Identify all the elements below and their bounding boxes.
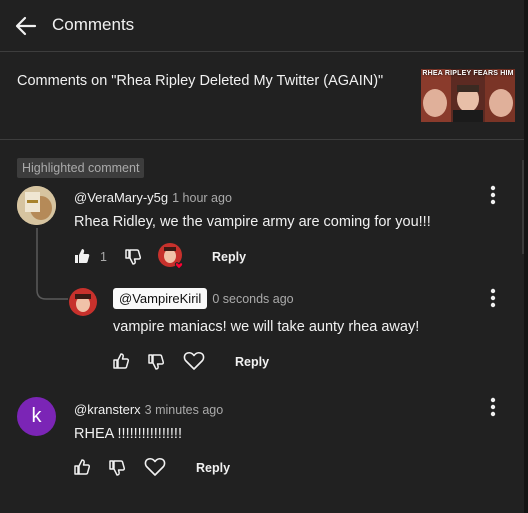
- more-options-icon[interactable]: [483, 396, 503, 420]
- comment-author[interactable]: @kransterx: [74, 402, 141, 417]
- creator-heart-icon: [158, 243, 184, 270]
- comment-header: @kransterx 3 minutes ago: [74, 401, 223, 419]
- avatar-letter: k: [31, 405, 42, 427]
- like-icon[interactable]: [112, 352, 130, 375]
- video-info-row: Comments on "Rhea Ripley Deleted My Twit…: [0, 52, 524, 140]
- header-bar: Comments: [0, 0, 524, 52]
- video-title: Comments on "Rhea Ripley Deleted My Twit…: [17, 73, 384, 89]
- like-filled-icon[interactable]: [73, 247, 91, 270]
- avatar[interactable]: [17, 186, 56, 225]
- thumbnail-text: RHEA RIPLEY FEARS HIM: [422, 70, 514, 77]
- reply-button[interactable]: Reply: [196, 461, 230, 475]
- comment-text: RHEA !!!!!!!!!!!!!!!!: [74, 426, 182, 442]
- dislike-icon[interactable]: [124, 248, 142, 271]
- comment-time[interactable]: 0 seconds ago: [212, 292, 293, 306]
- like-icon[interactable]: [73, 458, 91, 481]
- comment-text: vampire maniacs! we will take aunty rhea…: [113, 319, 420, 335]
- comment-header: @VampireKiril 0 seconds ago: [113, 288, 294, 309]
- back-arrow-icon[interactable]: [12, 12, 40, 40]
- window-edge: [524, 0, 528, 513]
- thread-connector-line: [36, 228, 68, 300]
- comment-time[interactable]: 3 minutes ago: [145, 403, 224, 417]
- header-title: Comments: [52, 15, 135, 34]
- comment-header: @VeraMary-y5g 1 hour ago: [74, 189, 232, 207]
- highlighted-comment-badge: Highlighted comment: [17, 158, 145, 178]
- avatar[interactable]: [69, 288, 97, 316]
- heart-icon[interactable]: [144, 457, 166, 482]
- like-count: 1: [100, 250, 107, 264]
- video-thumbnail[interactable]: RHEA RIPLEY FEARS HIM: [421, 69, 515, 122]
- dislike-icon[interactable]: [147, 353, 165, 376]
- comment-author[interactable]: @VeraMary-y5g: [74, 190, 168, 205]
- comment-author-badge[interactable]: @VampireKiril: [113, 288, 208, 309]
- comment-text: Rhea Ridley, we the vampire army are com…: [74, 214, 431, 230]
- heart-icon[interactable]: [183, 351, 205, 376]
- avatar[interactable]: k: [17, 397, 56, 436]
- more-options-icon[interactable]: [483, 287, 503, 311]
- comment-time[interactable]: 1 hour ago: [172, 191, 232, 205]
- dislike-icon[interactable]: [108, 459, 126, 482]
- reply-button[interactable]: Reply: [212, 250, 246, 264]
- more-options-icon[interactable]: [483, 184, 503, 208]
- reply-button[interactable]: Reply: [235, 355, 269, 369]
- scrollbar-thumb[interactable]: [522, 160, 524, 254]
